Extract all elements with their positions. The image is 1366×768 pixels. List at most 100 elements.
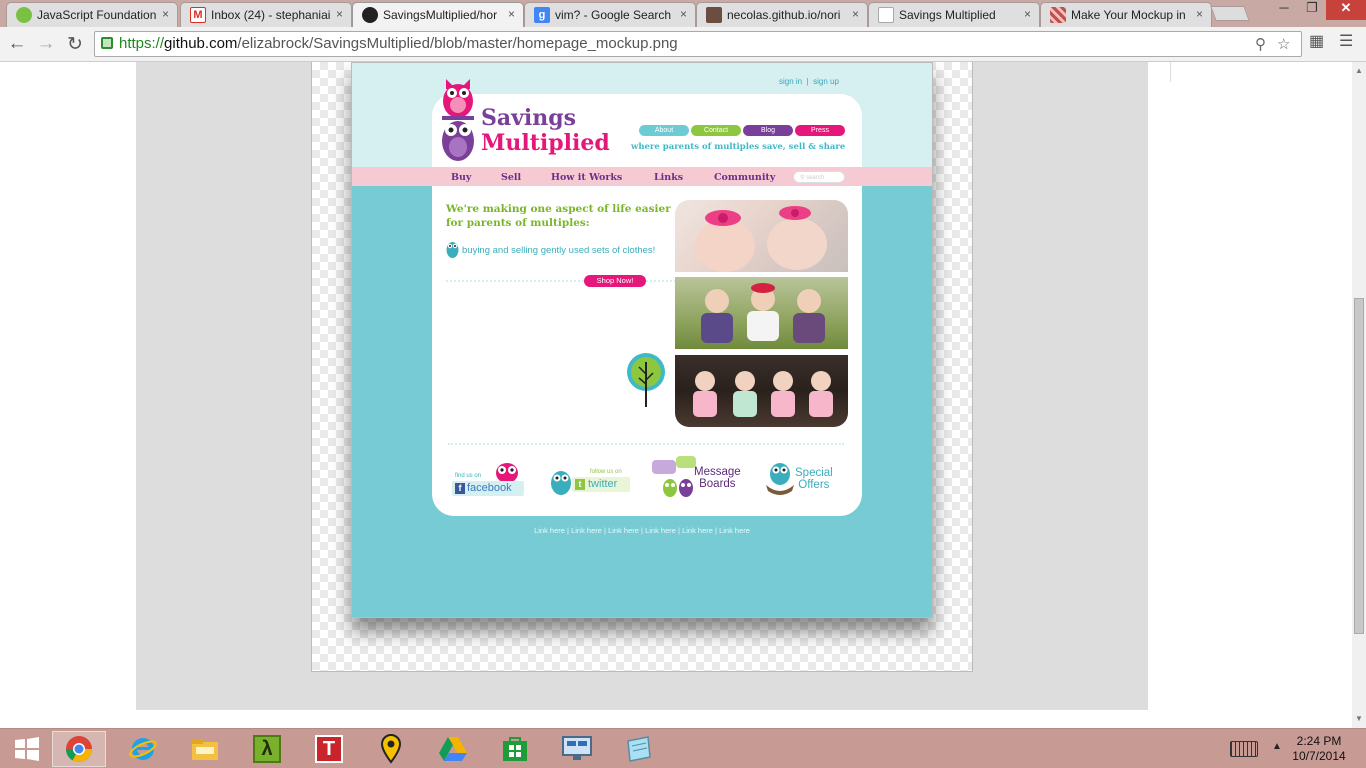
scroll-up-arrow-icon[interactable]: ▲ [1355,66,1363,75]
blog-button[interactable]: Blog [743,125,793,136]
tab-strip: JavaScript Foundation × M Inbox (24) - s… [0,0,1366,27]
close-tab-icon[interactable]: × [852,7,859,21]
owl-in-nest-icon [766,463,794,495]
tab-savings-multiplied[interactable]: Savings Multiplied × [868,2,1040,27]
sign-in-link[interactable]: sign in [779,77,802,86]
press-button[interactable]: Press [795,125,845,136]
windows-start-icon[interactable] [0,731,54,767]
twitter-link[interactable]: follow us on t twitter [550,467,632,497]
offers-line2: Offers [798,479,830,491]
system-clock[interactable]: 2:24 PM 10/7/2014 [1291,734,1347,764]
tab-title: Inbox (24) - stephaniai [211,8,331,22]
twitter-badge: t twitter [572,477,630,492]
vertical-scrollbar[interactable]: ▲ ▼ [1352,62,1366,728]
tab-make-your-mockup[interactable]: Make Your Mockup in × [1040,2,1212,27]
twitter-icon: t [575,479,585,490]
extension-icon[interactable]: ▦ [1309,31,1324,51]
tab-gmail-inbox[interactable]: M Inbox (24) - stephaniai × [180,2,352,27]
chrome-taskbar-icon[interactable] [52,731,106,767]
nav-community[interactable]: Community [714,172,775,183]
footer-link[interactable]: Link here [719,526,750,535]
boards-line1: Message [694,466,741,478]
separator: | [567,526,569,535]
facebook-badge: f facebook [452,481,524,496]
internet-explorer-icon[interactable] [116,731,170,767]
facebook-caption: find us on [455,473,482,479]
tab-google-search[interactable]: g vim? - Google Search × [524,2,696,27]
auth-links: sign in | sign up [779,77,839,86]
close-tab-icon[interactable]: × [508,7,515,21]
footer-link[interactable]: Link here [534,526,565,535]
special-offers-link[interactable]: Special Offers [764,461,844,497]
file-explorer-icon[interactable] [178,731,232,767]
tab-title: SavingsMultiplied/hor [383,8,498,22]
message-boards-link[interactable]: Message Boards [652,456,746,498]
back-icon[interactable]: ← [6,33,28,55]
footer-link[interactable]: Link here [682,526,713,535]
nav-how-it-works[interactable]: How it Works [551,172,622,183]
tab-savingsmultiplied-github[interactable]: SavingsMultiplied/hor × [352,2,524,27]
sign-up-link[interactable]: sign up [813,77,839,86]
tab-javascript-foundation[interactable]: JavaScript Foundation × [6,2,178,27]
bookmark-star-icon[interactable]: ☆ [1277,35,1290,53]
tray-expand-icon[interactable]: ▲ [1272,741,1282,752]
about-button[interactable]: About [639,125,689,136]
contact-button[interactable]: Contact [691,125,741,136]
nav-links[interactable]: Links [654,172,683,183]
footer-link[interactable]: Link here [645,526,676,535]
windows-store-icon[interactable] [488,731,542,767]
address-bar[interactable]: https://github.com/elizabrock/SavingsMul… [94,31,1302,57]
close-tab-icon[interactable]: × [162,7,169,21]
hexagon-favicon-icon [16,7,32,23]
clock-date: 10/7/2014 [1292,749,1346,763]
page-icon [878,7,894,23]
close-tab-icon[interactable]: × [1196,7,1203,21]
github-icon [362,7,378,23]
speech-bubbles-owls-icon [652,456,696,497]
boards-line2: Boards [699,478,736,490]
remote-desktop-icon[interactable] [550,731,604,767]
triplets-illustration [701,283,825,343]
scroll-down-arrow-icon[interactable]: ▼ [1355,714,1363,723]
minimize-button[interactable]: ─ [1270,0,1298,20]
reload-icon[interactable]: ↻ [64,33,86,56]
photo-twin-babies [675,200,848,272]
owl-logo-icon [442,79,474,161]
close-window-button[interactable]: ✕ [1326,0,1366,20]
close-tab-icon[interactable]: × [680,7,687,21]
lambda-app-icon[interactable]: λ [240,731,294,767]
nav-sell[interactable]: Sell [501,172,521,183]
avatar-icon [706,7,722,23]
url-scheme: https:// [119,35,165,52]
nav-buy[interactable]: Buy [451,172,471,183]
shop-now-button[interactable]: Shop Now! [584,275,646,287]
tab-title: necolas.github.io/nori [727,8,841,22]
tab-title: Savings Multiplied [899,8,996,22]
teal-owl-icon [551,471,571,495]
t-app-icon[interactable]: T [302,731,356,767]
maps-pin-icon[interactable] [364,731,418,767]
new-tab-button[interactable] [1210,6,1250,21]
logo-text-multiplied: Multiplied [481,130,610,156]
scrollbar-thumb[interactable] [1354,298,1364,634]
lock-icon [101,37,113,49]
footer-link[interactable]: Link here [608,526,639,535]
hero-headline: We're making one aspect of life easier f… [446,203,671,229]
restore-button[interactable]: ❐ [1298,0,1326,20]
forward-icon[interactable]: → [35,33,57,55]
facebook-link[interactable]: find us on f facebook [452,461,526,496]
twin-babies-illustration [695,206,827,272]
google-drive-icon[interactable] [426,731,480,767]
twitter-caption: follow us on [590,469,622,475]
menu-icon[interactable]: ☰ [1339,31,1353,51]
separator: | [715,526,717,535]
tab-necolas[interactable]: necolas.github.io/nori × [696,2,868,27]
close-tab-icon[interactable]: × [1024,7,1031,21]
clock-time: 2:24 PM [1296,734,1342,748]
keyboard-icon[interactable] [1230,741,1258,757]
close-tab-icon[interactable]: × [336,7,343,21]
zoom-icon[interactable]: ⚲ [1255,35,1266,53]
footer-link[interactable]: Link here [571,526,602,535]
notepad-icon[interactable] [612,731,666,767]
mockup-search-input[interactable]: ⚲ search [793,171,845,183]
